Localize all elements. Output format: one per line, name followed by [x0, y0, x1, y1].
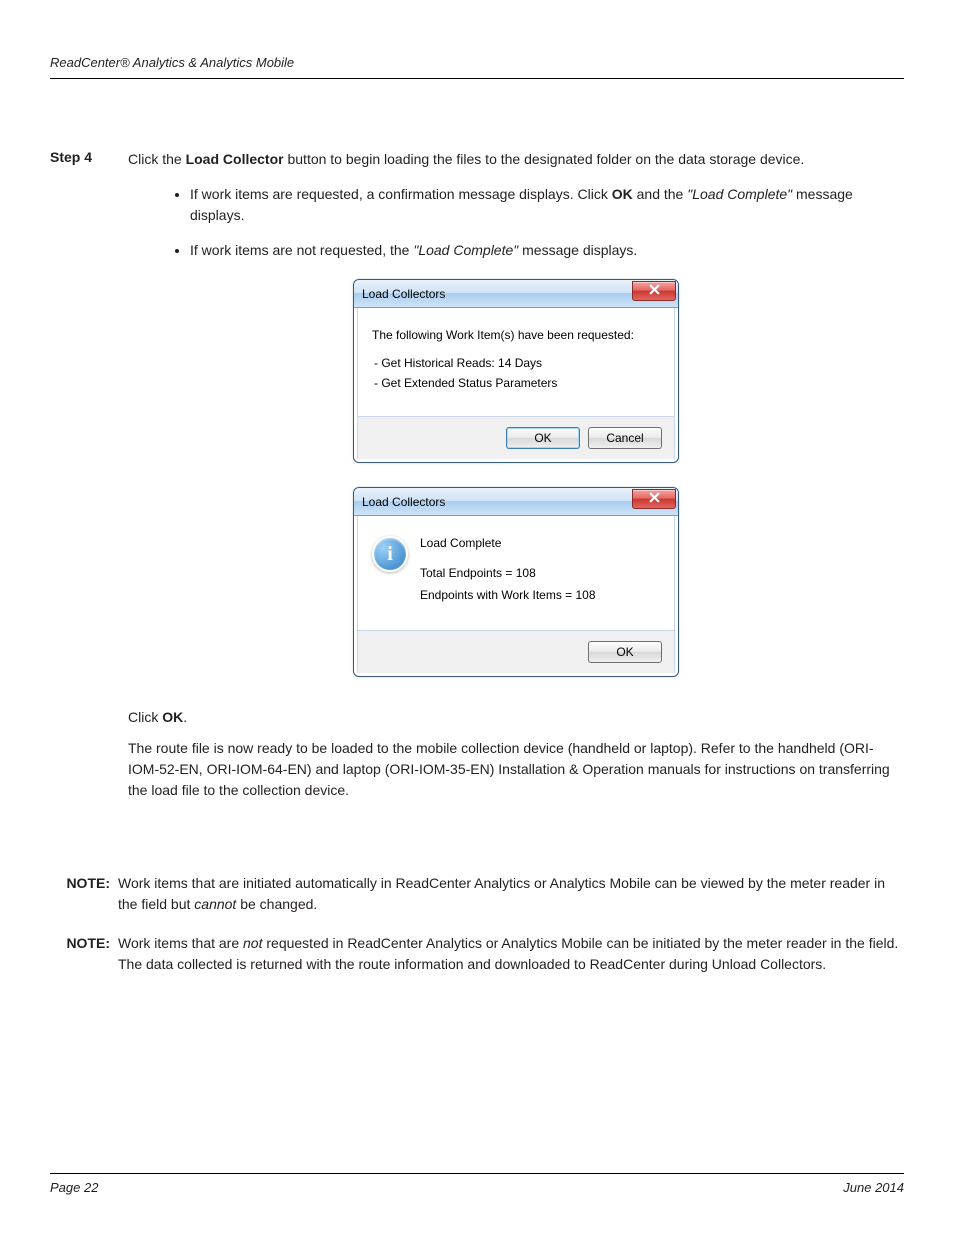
dialog2-text: Load Complete Total Endpoints = 108 Endp…	[420, 534, 596, 608]
footer-date: June 2014	[843, 1180, 904, 1195]
note2-label: NOTE:	[50, 933, 110, 975]
page-header: ReadCenter® Analytics & Analytics Mobile	[50, 55, 904, 79]
bullet-list: If work items are requested, a confirmat…	[190, 184, 904, 261]
close-icon	[649, 490, 660, 508]
note1-label: NOTE:	[50, 873, 110, 915]
ok-button[interactable]: OK	[588, 641, 662, 663]
close-button[interactable]	[632, 281, 676, 301]
note1-body: Work items that are initiated automatica…	[118, 873, 904, 915]
header-title: ReadCenter® Analytics & Analytics Mobile	[50, 55, 294, 70]
route-file-para: The route file is now ready to be loaded…	[128, 738, 904, 801]
dialog2-titlebar: Load Collectors	[354, 488, 678, 516]
dialog1-footer: OK Cancel	[357, 416, 675, 459]
step-label: Step 4	[50, 149, 128, 817]
dialog1-message: The following Work Item(s) have been req…	[372, 326, 660, 344]
ok-button[interactable]: OK	[506, 427, 580, 449]
close-icon	[649, 282, 660, 300]
dialog2-line2: Total Endpoints = 108	[420, 564, 596, 582]
note-1: NOTE: Work items that are initiated auto…	[50, 873, 904, 915]
step-4-row: Step 4 Click the Load Collector button t…	[50, 149, 904, 817]
dialog2-footer: OK	[357, 630, 675, 673]
intro-pre: Click the	[128, 151, 186, 167]
after-dialogs-text: Click OK. The route file is now ready to…	[128, 707, 904, 801]
note2-body: Work items that are not requested in Rea…	[118, 933, 904, 975]
dialogs-container: Load Collectors The following Work Item(…	[128, 279, 904, 677]
close-button[interactable]	[632, 489, 676, 509]
dialog1-body: The following Work Item(s) have been req…	[357, 308, 675, 416]
dialog2-title: Load Collectors	[362, 493, 445, 511]
click-ok-line: Click OK.	[128, 707, 904, 728]
dialog1-item1: - Get Historical Reads: 14 Days	[374, 354, 660, 372]
cancel-button[interactable]: Cancel	[588, 427, 662, 449]
dialog1-titlebar: Load Collectors	[354, 280, 678, 308]
info-icon: i	[372, 536, 408, 572]
intro-bold: Load Collector	[186, 151, 284, 167]
dialog1-title: Load Collectors	[362, 285, 445, 303]
dialog2-body: i Load Complete Total Endpoints = 108 En…	[357, 516, 675, 630]
dialog-confirm-work-items: Load Collectors The following Work Item(…	[353, 279, 679, 463]
note-2: NOTE: Work items that are not requested …	[50, 933, 904, 975]
dialog1-item2: - Get Extended Status Parameters	[374, 374, 660, 392]
step-body: Click the Load Collector button to begin…	[128, 149, 904, 817]
page-footer: Page 22 June 2014	[50, 1173, 904, 1195]
dialog2-line3: Endpoints with Work Items = 108	[420, 586, 596, 604]
dialog-load-complete: Load Collectors i Load Complete Total En…	[353, 487, 679, 677]
page-number: Page 22	[50, 1180, 98, 1195]
bullet-2: If work items are not requested, the "Lo…	[190, 240, 904, 261]
intro-post: button to begin loading the files to the…	[284, 151, 805, 167]
bullet-1: If work items are requested, a confirmat…	[190, 184, 904, 226]
dialog2-line1: Load Complete	[420, 534, 596, 552]
